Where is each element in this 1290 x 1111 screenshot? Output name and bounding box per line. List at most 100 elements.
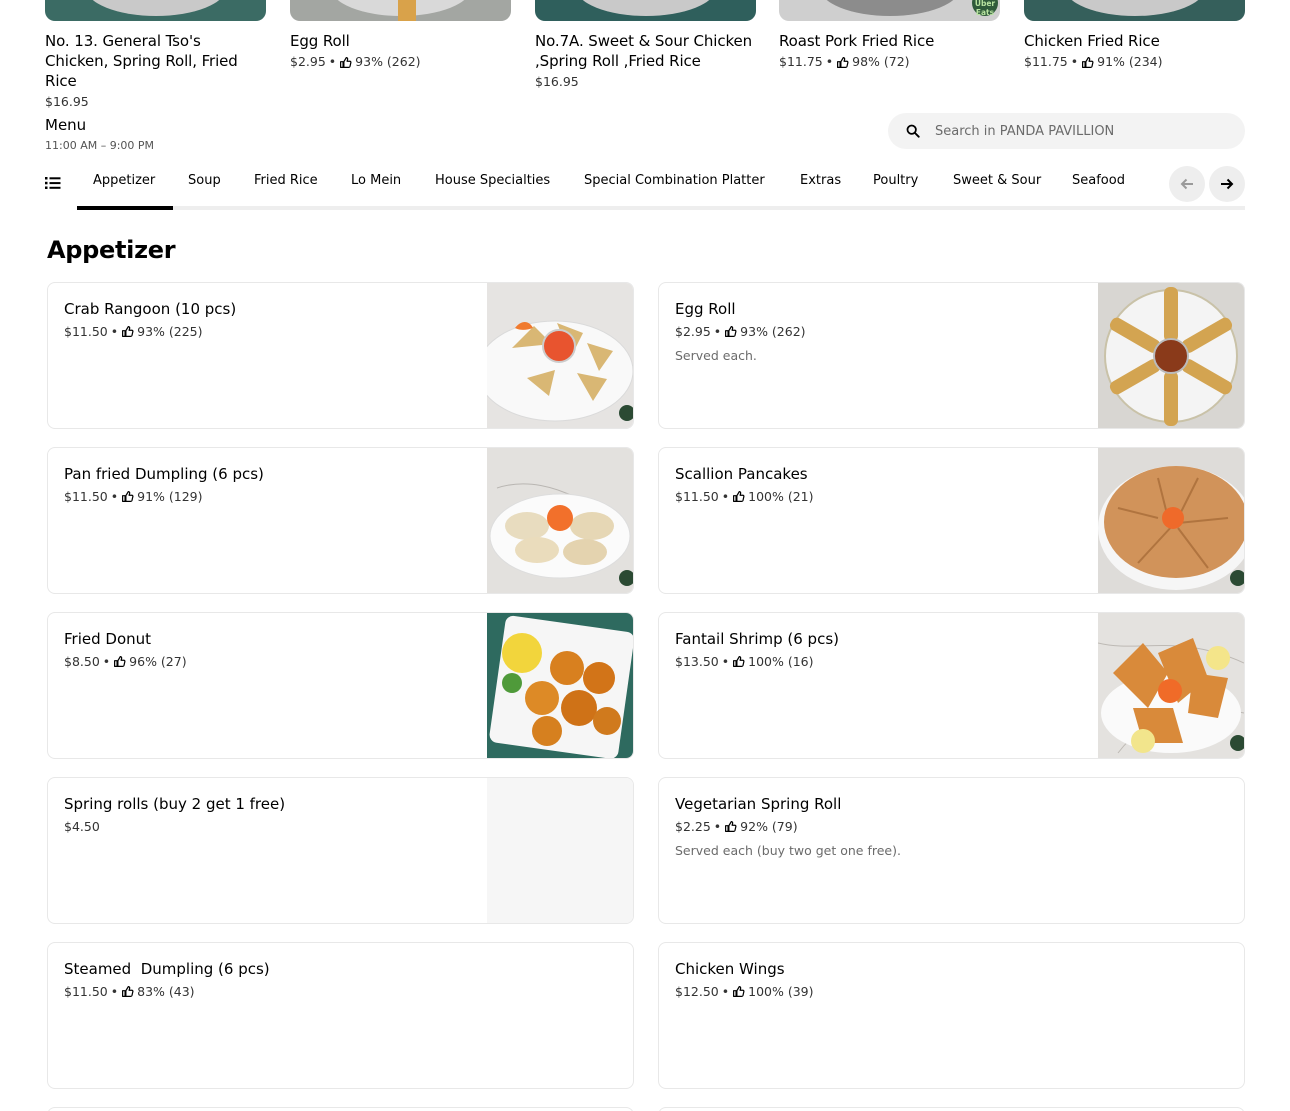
section-title: Appetizer xyxy=(47,236,176,264)
thumbs-up-icon xyxy=(122,986,134,997)
thumbs-up-icon xyxy=(725,326,737,337)
menu-item-meta: $2.95 • 93% (262) xyxy=(675,324,806,339)
featured-item-price: $11.75 xyxy=(779,54,823,69)
menu-item-card[interactable]: Egg Roll $2.95 • 93% (262) Served each. xyxy=(658,282,1245,429)
tab-appetizer[interactable]: Appetizer xyxy=(93,173,155,188)
featured-item-meta: $11.75 • 98% (72) xyxy=(779,54,910,69)
menu-item-card[interactable]: Steamed Dumpling (6 pcs) $11.50 • 83% (43… xyxy=(47,942,634,1089)
category-tabs: Appetizer Soup Fried Rice Lo Mein House … xyxy=(45,164,1245,210)
menu-item-description: Served each (buy two get one free). xyxy=(675,843,901,858)
featured-item[interactable]: Egg Roll $2.95 • 93% (262) xyxy=(290,0,511,70)
tabs-scroll-right-button[interactable] xyxy=(1209,166,1245,202)
thumbs-up-icon xyxy=(1082,56,1094,68)
featured-item-image xyxy=(535,0,756,21)
menu-item-name: Egg Roll xyxy=(675,300,736,318)
tab-lo-mein[interactable]: Lo Mein xyxy=(351,173,401,188)
arrow-left-icon xyxy=(1180,178,1193,190)
tab-house-specialties[interactable]: House Specialties xyxy=(435,173,550,188)
menu-item-card[interactable]: Fantail Shrimp (6 pcs) $13.50 • 100% (16) xyxy=(658,612,1245,759)
menu-item-price: $11.50 xyxy=(675,489,719,504)
menu-item-name: Fried Donut xyxy=(64,630,152,648)
menu-item-image-placeholder xyxy=(487,778,633,923)
menu-item-name: Pan fried Dumpling (6 pcs) xyxy=(64,465,264,483)
menu-item-meta: $2.25 • 92% (79) xyxy=(675,819,798,834)
menu-item-price: $11.50 xyxy=(64,324,108,339)
featured-item-name: No. 13. General Tso's Chicken, Spring Ro… xyxy=(45,32,238,90)
menu-item-rating: 100% (21) xyxy=(748,489,814,504)
menu-item-rating: 83% (43) xyxy=(137,984,195,999)
featured-item[interactable]: No.7A. Sweet & Sour Chicken ,Spring Roll… xyxy=(535,0,756,90)
thumbs-up-icon xyxy=(340,56,352,68)
thumbs-up-icon xyxy=(837,56,849,68)
featured-item-meta: $16.95 xyxy=(535,74,756,90)
tab-sweet-sour[interactable]: Sweet & Sour xyxy=(953,173,1041,188)
featured-item-price: $16.95 xyxy=(45,94,89,109)
thumbs-up-icon xyxy=(733,986,745,997)
menu-item-card[interactable]: Spring rolls (buy 2 get 1 free) $4.50 xyxy=(47,777,634,924)
menu-item-card[interactable]: Pan fried Dumpling (6 pcs) $11.50 • 91% (… xyxy=(47,447,634,594)
menu-item-name: Chicken Wings xyxy=(675,960,785,978)
arrow-right-icon xyxy=(1221,178,1234,190)
menu-item-meta: $11.50 • 93% (225) xyxy=(64,324,203,339)
featured-item-price: $11.75 xyxy=(1024,54,1068,69)
menu-item-card[interactable]: Scallion Pancakes $11.50 • 100% (21) xyxy=(658,447,1245,594)
thumbs-up-icon xyxy=(733,656,745,667)
menu-item-description: Served each. xyxy=(675,348,757,363)
featured-item-rating: 91% (234) xyxy=(1097,54,1163,69)
menu-item-price: $4.50 xyxy=(64,819,100,834)
egg-roll-photo xyxy=(1098,283,1244,428)
thumbs-up-icon xyxy=(122,326,134,337)
tab-special-combination-platter[interactable]: Special Combination Platter xyxy=(584,173,765,188)
menu-item-card[interactable] xyxy=(47,1107,634,1111)
tabs-track xyxy=(77,206,1245,210)
tab-soup[interactable]: Soup xyxy=(188,173,221,188)
menu-item-card[interactable]: Chicken Wings $12.50 • 100% (39) xyxy=(658,942,1245,1089)
featured-item-name: No.7A. Sweet & Sour Chicken ,Spring Roll… xyxy=(535,32,753,70)
featured-item[interactable]: Chicken Fried Rice $11.75 • 91% (234) xyxy=(1024,0,1245,70)
menu-item-rating: 100% (39) xyxy=(748,984,814,999)
featured-item-image xyxy=(1024,0,1245,21)
search-icon xyxy=(906,124,920,138)
uber-eats-badge-icon: Uber Eats xyxy=(972,0,998,17)
featured-item-price: $2.95 xyxy=(290,54,326,69)
menu-item-card[interactable]: Crab Rangoon (10 pcs) $11.50 • 93% (225) xyxy=(47,282,634,429)
thumbs-up-icon xyxy=(114,656,126,667)
thumbs-up-icon xyxy=(725,821,737,832)
category-list-icon[interactable] xyxy=(45,176,61,190)
tabs-scroll-left-button[interactable] xyxy=(1169,166,1205,202)
menu-item-rating: 100% (16) xyxy=(748,654,814,669)
featured-item[interactable]: Uber Eats Roast Pork Fried Rice $11.75 • … xyxy=(779,0,1000,70)
menu-item-price: $13.50 xyxy=(675,654,719,669)
featured-item-name: Egg Roll xyxy=(290,32,350,50)
menu-item-meta: $13.50 • 100% (16) xyxy=(675,654,814,669)
menu-item-rating: 93% (262) xyxy=(740,324,806,339)
featured-item-rating: 93% (262) xyxy=(355,54,421,69)
featured-item-meta: $11.75 • 91% (234) xyxy=(1024,54,1163,69)
menu-item-card[interactable]: Vegetarian Spring Roll $2.25 • 92% (79) S… xyxy=(658,777,1245,924)
menu-item-meta: $11.50 • 91% (129) xyxy=(64,489,203,504)
menu-item-name: Scallion Pancakes xyxy=(675,465,808,483)
menu-item-meta: $8.50 • 96% (27) xyxy=(64,654,187,669)
crab-rangoon-photo xyxy=(487,283,633,428)
featured-item-meta: $16.95 xyxy=(45,94,266,110)
menu-hours: 11:00 AM – 9:00 PM xyxy=(45,139,155,152)
menu-item-price: $2.25 xyxy=(675,819,711,834)
menu-item-card[interactable]: Fried Donut $8.50 • 96% (27) xyxy=(47,612,634,759)
featured-item-image: Uber Eats xyxy=(779,0,1000,21)
menu-item-card[interactable] xyxy=(658,1107,1245,1111)
dumpling-photo xyxy=(487,448,633,593)
tab-fried-rice[interactable]: Fried Rice xyxy=(254,173,318,188)
tab-poultry[interactable]: Poultry xyxy=(873,173,918,188)
featured-item-name: Chicken Fried Rice xyxy=(1024,32,1160,50)
tab-extras[interactable]: Extras xyxy=(800,173,841,188)
featured-item-meta: $2.95 • 93% (262) xyxy=(290,54,421,69)
scallion-pancake-photo xyxy=(1098,448,1244,593)
featured-item[interactable]: No. 13. General Tso's Chicken, Spring Ro… xyxy=(45,0,266,110)
featured-item-name: Roast Pork Fried Rice xyxy=(779,32,935,50)
search-input[interactable] xyxy=(935,123,1225,139)
menu-item-meta: $4.50 xyxy=(64,819,473,834)
fantail-shrimp-photo xyxy=(1098,613,1244,758)
menu-item-price: $11.50 xyxy=(64,984,108,999)
menu-search-box[interactable] xyxy=(888,113,1245,149)
tab-seafood[interactable]: Seafood xyxy=(1072,173,1125,188)
